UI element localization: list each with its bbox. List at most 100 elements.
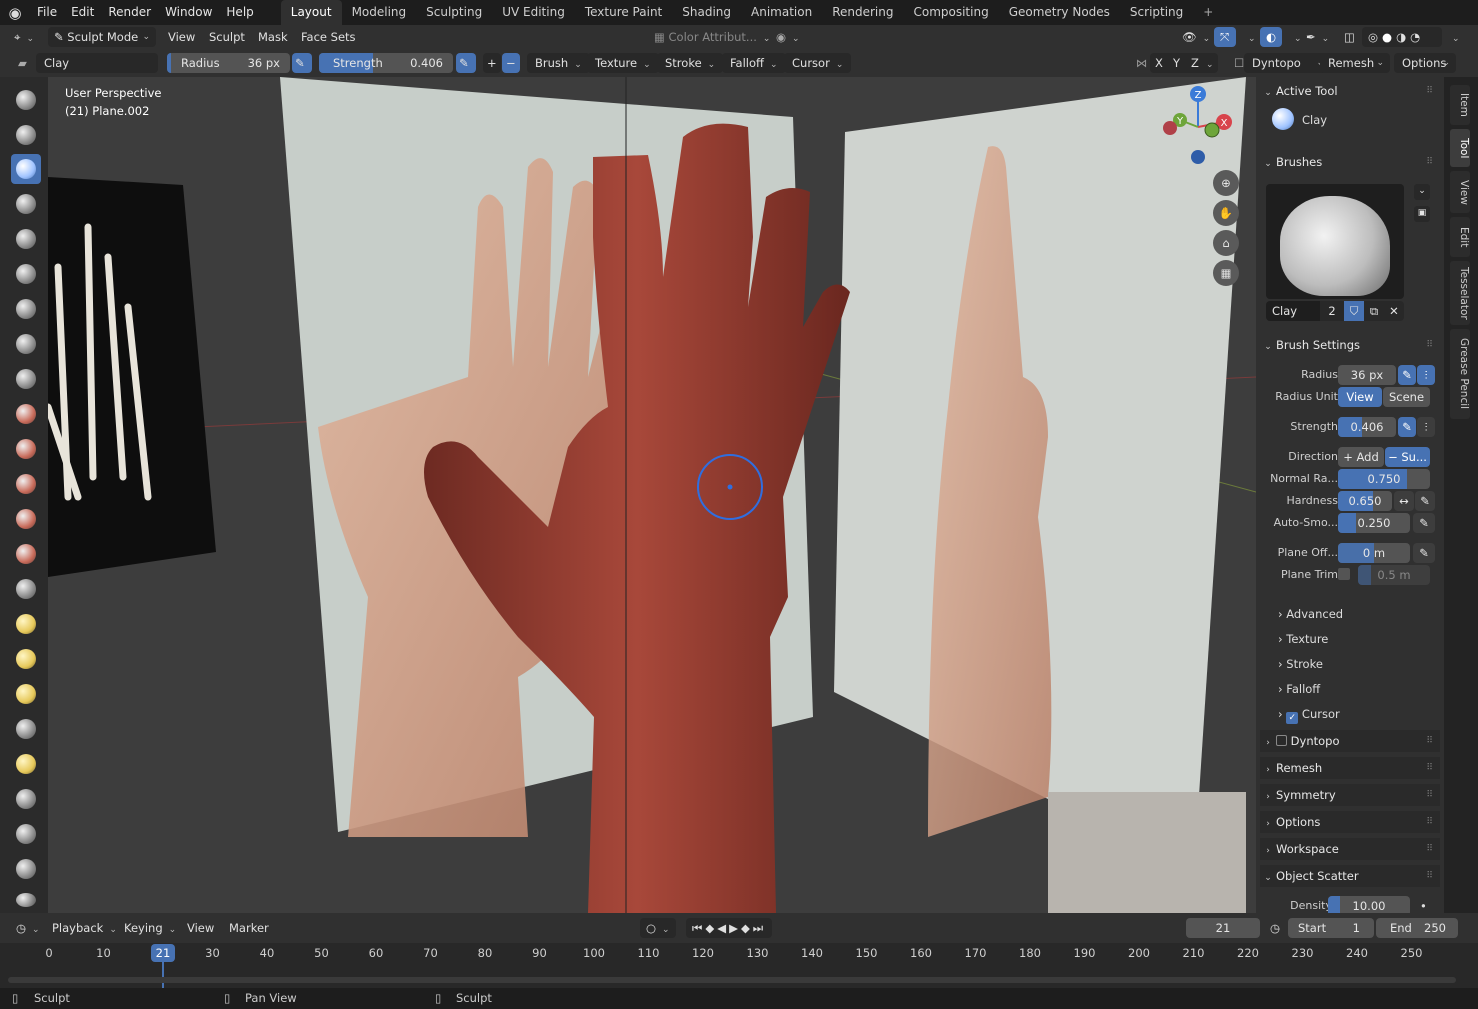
- tab-uv-editing[interactable]: UV Editing: [492, 0, 575, 25]
- tab-tool[interactable]: Tool: [1450, 129, 1470, 167]
- hardness-pressure-icon[interactable]: ✎: [1415, 491, 1435, 511]
- gizmo-toggle-icon[interactable]: ⤧: [1214, 27, 1236, 47]
- solid-shading-icon[interactable]: ●: [1382, 30, 1396, 44]
- symmetry-section[interactable]: › Symmetry ⠿: [1260, 784, 1440, 806]
- grab-tool[interactable]: [11, 609, 41, 639]
- object-scatter-section[interactable]: ⌄ Object Scatter ⠿: [1260, 865, 1440, 887]
- multiplane-scrape-tool[interactable]: [11, 539, 41, 569]
- tab-view[interactable]: View: [1450, 171, 1470, 213]
- next-keyframe-icon[interactable]: ◆: [741, 921, 753, 935]
- stroke-subpanel[interactable]: › Stroke: [1278, 653, 1323, 675]
- draw-sharp-tool[interactable]: [11, 120, 41, 150]
- editor-type-icon[interactable]: ⌖ ⌄: [8, 27, 40, 47]
- radius-unit-view[interactable]: View: [1338, 387, 1382, 407]
- play-icon[interactable]: ▶: [729, 921, 741, 935]
- direction-add[interactable]: + Add: [1338, 447, 1384, 467]
- menu-file[interactable]: File: [30, 0, 64, 25]
- tab-edit[interactable]: Edit: [1450, 217, 1470, 257]
- remesh-dropdown[interactable]: Remesh ⌄: [1320, 53, 1390, 73]
- cursor-subpanel[interactable]: › ✓ Cursor: [1278, 703, 1340, 725]
- snake-hook-tool[interactable]: [11, 679, 41, 709]
- brush-image-icon[interactable]: ▣: [1414, 206, 1430, 222]
- symmetry-y-toggle[interactable]: Y: [1168, 53, 1186, 73]
- menu-mask[interactable]: Mask: [252, 27, 294, 47]
- hardness-slider[interactable]: 0.650: [1338, 491, 1392, 511]
- symmetry-dropdown-icon[interactable]: ⌄: [1204, 53, 1218, 73]
- stroke-dropdown[interactable]: Stroke ⌄: [657, 53, 724, 73]
- 3d-viewport[interactable]: User Perspective (21) Plane.002 Z X Y ⊕ …: [48, 77, 1256, 913]
- timeline-scrollbar[interactable]: [8, 977, 1456, 983]
- current-frame-field[interactable]: 21: [1186, 918, 1260, 938]
- camera-view-icon[interactable]: ⌂: [1213, 230, 1239, 256]
- plane-trim-field[interactable]: 0.5 m: [1358, 565, 1430, 585]
- workspace-section[interactable]: › Workspace ⠿: [1260, 838, 1440, 860]
- radius-slider[interactable]: Radius 36 px: [167, 53, 290, 73]
- active-tool-header[interactable]: ⌄ Active Tool ⠿: [1260, 80, 1440, 102]
- autosmooth-pressure-icon[interactable]: ✎: [1413, 513, 1435, 533]
- crease-tool[interactable]: [11, 364, 41, 394]
- options-section[interactable]: › Options ⠿: [1260, 811, 1440, 833]
- color-attribute-dropdown[interactable]: ▦ Color Attribut... ⌄: [648, 27, 776, 47]
- brush-name-field[interactable]: Clay: [36, 53, 158, 73]
- clay-strips-tool[interactable]: [11, 189, 41, 219]
- fill-tool[interactable]: [11, 469, 41, 499]
- unlink-brush-icon[interactable]: ✕: [1384, 301, 1404, 321]
- radius-field[interactable]: 36 px: [1338, 365, 1396, 385]
- tab-compositing[interactable]: Compositing: [903, 0, 998, 25]
- dyntopo-checkbox[interactable]: [1276, 735, 1287, 746]
- xray-toggle-icon[interactable]: ◫: [1338, 27, 1361, 47]
- falloff-dropdown[interactable]: Falloff ⌄: [722, 53, 786, 73]
- pinch-tool[interactable]: [11, 574, 41, 604]
- timeline-editor-type-icon[interactable]: ◷ ⌄: [10, 918, 46, 938]
- clay-thumb-tool[interactable]: [11, 224, 41, 254]
- slide-relax-tool[interactable]: [11, 854, 41, 884]
- tab-item[interactable]: Item: [1450, 85, 1470, 125]
- add-workspace-icon[interactable]: +: [1193, 0, 1223, 25]
- tab-geometry-nodes[interactable]: Geometry Nodes: [999, 0, 1120, 25]
- zoom-view-icon[interactable]: ⊕: [1213, 170, 1239, 196]
- fake-user-icon[interactable]: ⛉: [1344, 301, 1364, 321]
- menu-window[interactable]: Window: [158, 0, 219, 25]
- scrape-tool[interactable]: [11, 504, 41, 534]
- blob-tool[interactable]: [11, 329, 41, 359]
- end-frame-field[interactable]: End 250: [1376, 918, 1458, 938]
- shading-dropdown-icon[interactable]: ⌄: [1440, 27, 1466, 47]
- marker-menu[interactable]: Marker: [223, 918, 275, 938]
- menu-face-sets[interactable]: Face Sets: [295, 27, 362, 47]
- boundary-tool[interactable]: [11, 889, 41, 911]
- tab-texture-paint[interactable]: Texture Paint: [575, 0, 672, 25]
- radius-pressure-icon[interactable]: ✎: [1398, 365, 1416, 385]
- brush-settings-header[interactable]: ⌄ Brush Settings ⠿: [1260, 334, 1440, 356]
- dyntopo-section[interactable]: › Dyntopo ⠿: [1260, 730, 1440, 752]
- strength-jitter-icon[interactable]: ⫶: [1417, 417, 1435, 437]
- tab-tesselator[interactable]: Tesselator: [1450, 261, 1470, 325]
- eyedropper-icon[interactable]: ✒ ⌄: [1300, 27, 1335, 47]
- menu-render[interactable]: Render: [101, 0, 158, 25]
- inflate-tool[interactable]: [11, 294, 41, 324]
- remesh-section[interactable]: › Remesh ⠿: [1260, 757, 1440, 779]
- plane-offset-pressure-icon[interactable]: ✎: [1413, 543, 1435, 563]
- playhead-marker[interactable]: 21: [151, 944, 175, 962]
- timeline-ruler[interactable]: 0 10 30 40 50 60 70 80 90 100 110 120 130 140 150 160 17…: [0, 943, 1478, 988]
- clay-tool[interactable]: [11, 154, 41, 184]
- menu-view[interactable]: View: [162, 27, 201, 47]
- radius-jitter-icon[interactable]: ⫶: [1417, 365, 1435, 385]
- tab-sculpting[interactable]: Sculpting: [416, 0, 492, 25]
- symmetry-x-toggle[interactable]: X: [1150, 53, 1168, 73]
- preview-range-icon[interactable]: ◷: [1264, 918, 1286, 938]
- rotate-tool[interactable]: [11, 819, 41, 849]
- thumb-tool[interactable]: [11, 714, 41, 744]
- blender-logo-icon[interactable]: ◉: [0, 4, 30, 22]
- menu-sculpt[interactable]: Sculpt: [203, 27, 251, 47]
- wireframe-shading-icon[interactable]: ◎: [1368, 30, 1382, 44]
- cursor-checkbox[interactable]: ✓: [1286, 712, 1299, 724]
- direction-subtract[interactable]: − Su...: [1385, 447, 1430, 467]
- tab-grease-pencil[interactable]: Grease Pencil: [1450, 329, 1470, 419]
- normal-radius-slider[interactable]: 0.750: [1338, 469, 1430, 489]
- playback-menu[interactable]: Playback ⌄: [46, 918, 123, 938]
- shading-modes[interactable]: ◎●◑◔: [1362, 27, 1442, 47]
- brush-dropdown[interactable]: Brush ⌄: [527, 53, 590, 73]
- gizmo-dropdown-icon[interactable]: ⌄: [1236, 27, 1262, 47]
- tab-modeling[interactable]: Modeling: [342, 0, 417, 25]
- playback-controls[interactable]: ⏮◆◀▶◆⏭: [686, 918, 773, 938]
